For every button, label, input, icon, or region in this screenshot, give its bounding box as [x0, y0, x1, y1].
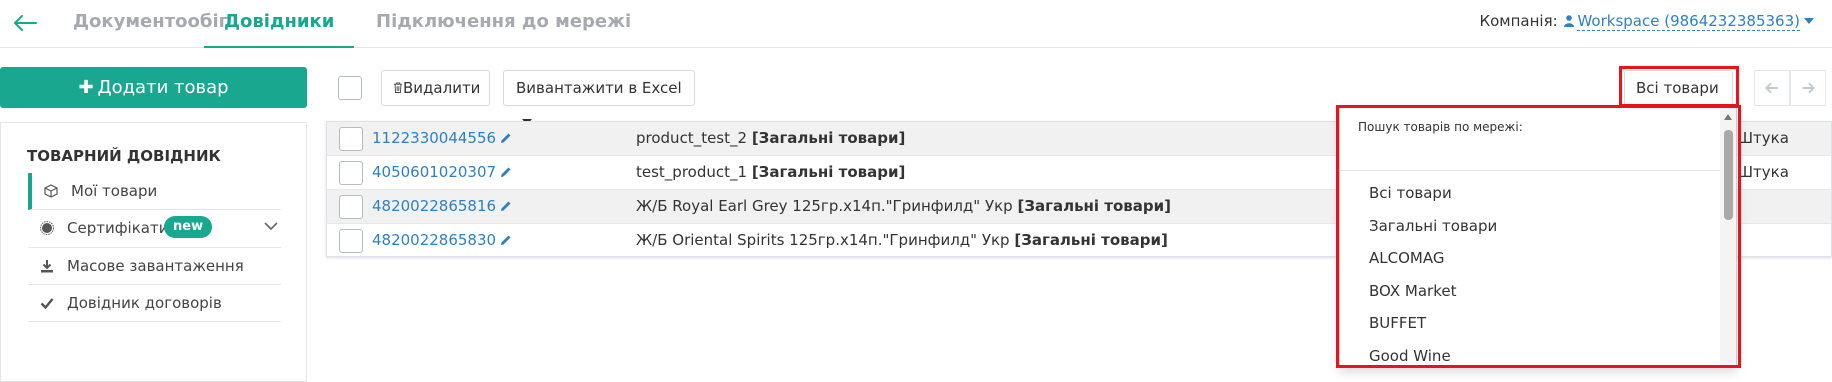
tab-network-connection[interactable]: Підключення до мережі: [376, 0, 631, 48]
product-directory-sidebar: ТОВАРНИЙ ДОВІДНИК Мої товари Сертифікати…: [0, 122, 307, 382]
filter-label: Всі товари: [1636, 79, 1719, 97]
dropdown-scrollbar[interactable]: [1720, 108, 1736, 367]
product-unit: Штука: [1737, 163, 1789, 181]
product-filter-dropdown[interactable]: Всі товари: [1624, 70, 1733, 125]
filter-option[interactable]: BUFFET: [1369, 314, 1426, 332]
sidebar-item-label: Мої товари: [71, 182, 158, 200]
company-selector: Компанія: Workspace (9864232385363): [1479, 12, 1814, 31]
row-checkbox[interactable]: [339, 161, 363, 185]
sidebar-title: ТОВАРНИЙ ДОВІДНИК: [27, 147, 221, 165]
product-code-link[interactable]: 4050601020307: [372, 163, 512, 181]
product-name: Ж/Б Oriental Spirits 125гр.x14п."Гринфил…: [636, 231, 1168, 249]
tab-directories[interactable]: Довідники: [204, 0, 355, 48]
filter-option[interactable]: BOX Market: [1369, 282, 1456, 300]
add-product-label: Додати товар: [97, 77, 229, 98]
company-dropdown[interactable]: Workspace (9864232385363): [1577, 12, 1800, 31]
cube-icon: [44, 184, 58, 198]
network-search-label: Пошук товарів по мережі:: [1358, 120, 1523, 134]
sidebar-item-contracts[interactable]: Довідник договорів: [28, 285, 281, 322]
scrollbar-thumb[interactable]: [1724, 130, 1733, 220]
sidebar-item-label: Сертифікати: [67, 219, 169, 237]
company-label: Компанія:: [1479, 12, 1558, 30]
user-icon: [1564, 15, 1575, 27]
pencil-icon[interactable]: [500, 200, 512, 212]
next-page-button[interactable]: [1790, 70, 1826, 106]
export-excel-dropdown[interactable]: Вивантажити в Excel: [503, 70, 695, 125]
plus-icon: ✚: [78, 77, 94, 98]
row-checkbox[interactable]: [339, 195, 363, 219]
filter-option[interactable]: Загальні товари: [1369, 217, 1497, 235]
trash-icon: [393, 82, 403, 93]
arrow-left-icon: [1764, 82, 1778, 94]
product-code-link[interactable]: 1122330044556: [372, 129, 512, 147]
download-icon: [41, 260, 53, 273]
chevron-down-icon[interactable]: [1804, 18, 1814, 24]
top-navigation: Документообіг Довідники Підключення до м…: [0, 0, 1832, 48]
filter-option[interactable]: Good Wine: [1369, 347, 1451, 365]
divider: [1340, 170, 1730, 171]
product-name: test_product_1 [Загальні товари]: [636, 163, 906, 181]
select-all-checkbox[interactable]: [338, 76, 362, 100]
sidebar-item-my-products[interactable]: Мої товари: [28, 173, 281, 210]
sidebar-item-label: Довідник договорів: [67, 294, 222, 312]
product-filter-menu: Пошук товарів по мережі: Всі товари Зага…: [1339, 107, 1737, 368]
pencil-icon[interactable]: [500, 234, 512, 246]
product-code-link[interactable]: 4820022865816: [372, 197, 512, 215]
sidebar-item-bulk-upload[interactable]: Масове завантаження: [28, 248, 281, 285]
product-unit: Штука: [1737, 129, 1789, 147]
sidebar-item-label: Масове завантаження: [67, 257, 244, 275]
export-label: Вивантажити в Excel: [516, 79, 682, 97]
filter-option[interactable]: ALCOMAG: [1369, 249, 1444, 267]
check-icon: [40, 298, 54, 310]
scroll-up-icon[interactable]: [1724, 114, 1732, 120]
chevron-down-icon[interactable]: [263, 220, 279, 232]
back-arrow-icon[interactable]: [10, 10, 38, 36]
delete-label: Видалити: [403, 79, 481, 97]
arrow-right-icon: [1802, 82, 1816, 94]
certificate-icon: [40, 221, 54, 235]
pencil-icon[interactable]: [500, 132, 512, 144]
delete-button[interactable]: Видалити: [381, 70, 490, 106]
product-name: Ж/Б Royal Earl Grey 125гр.x14п."Гринфилд…: [636, 197, 1171, 215]
sidebar-item-certificates[interactable]: Сертифікати new: [28, 210, 281, 248]
row-checkbox[interactable]: [339, 127, 363, 151]
product-name: product_test_2 [Загальні товари]: [636, 129, 906, 147]
prev-page-button[interactable]: [1754, 70, 1790, 106]
product-code-link[interactable]: 4820022865830: [372, 231, 512, 249]
new-badge: new: [164, 216, 213, 238]
row-checkbox[interactable]: [339, 229, 363, 253]
add-product-button[interactable]: ✚ Додати товар: [0, 67, 307, 108]
pencil-icon[interactable]: [500, 166, 512, 178]
network-search-input[interactable]: [1358, 138, 1688, 162]
filter-option[interactable]: Всі товари: [1369, 184, 1452, 202]
